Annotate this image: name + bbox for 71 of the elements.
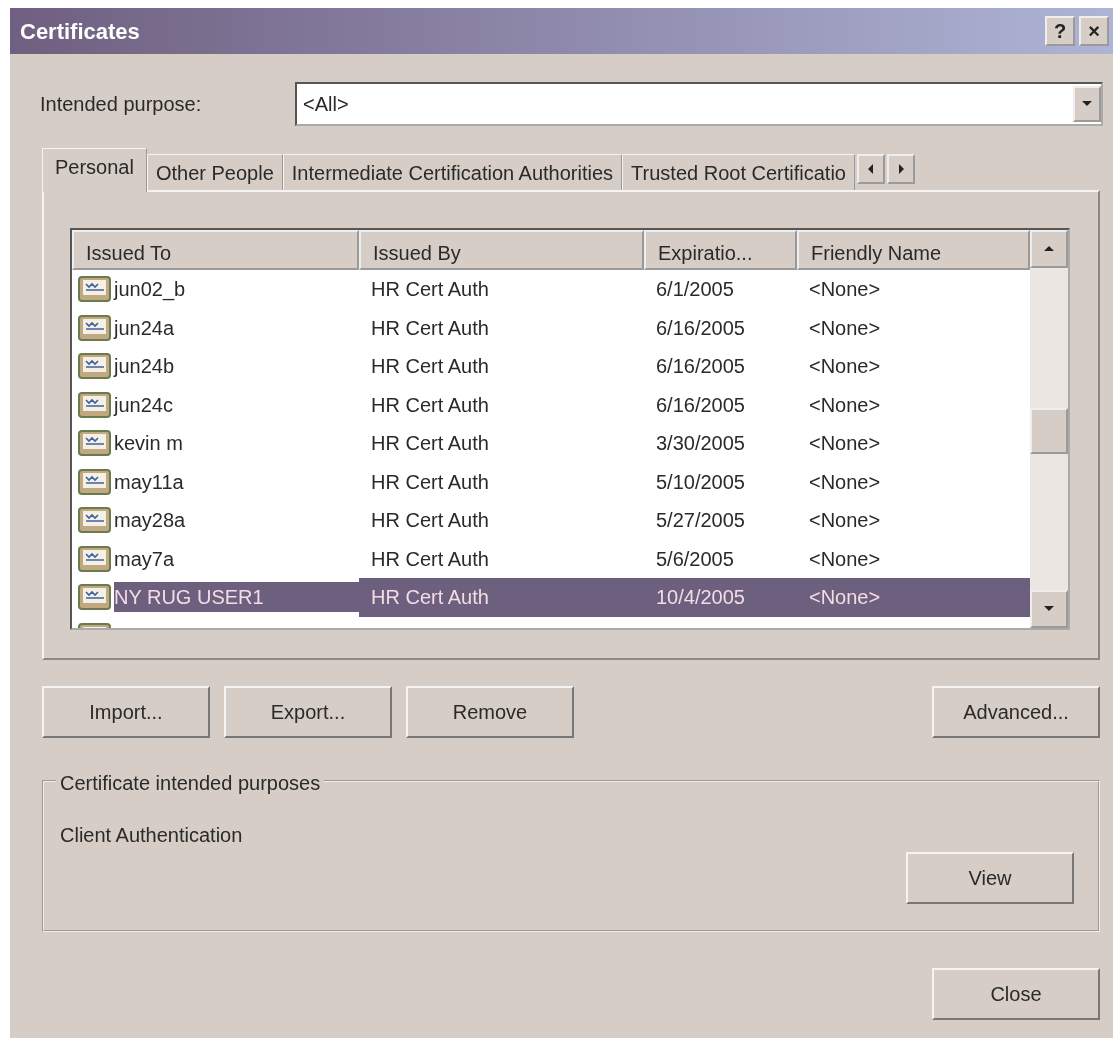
certificate-icon	[78, 467, 112, 496]
scrollbar-thumb[interactable]	[1030, 408, 1068, 454]
table-cell-text: 6/16/2005	[655, 393, 745, 416]
column-header[interactable]: Issued By	[359, 230, 644, 270]
column-header[interactable]: Issued To	[72, 230, 359, 270]
column-header[interactable]: Expiratio...	[644, 230, 797, 270]
table-cell[interactable]: jun02_b	[114, 274, 359, 305]
table-cell-text: 5/6/2005	[655, 547, 734, 570]
table-cell-text: HR Cert Auth	[370, 585, 489, 611]
certificate-icon	[78, 583, 112, 612]
table-cell-text: <None>	[808, 393, 881, 416]
table-cell-text: <None>	[808, 547, 881, 570]
tab[interactable]: Trusted Root Certificatio	[622, 154, 855, 190]
table-cell-text: HR Cert Auth	[370, 509, 489, 532]
certificate-icon	[78, 506, 112, 535]
table-cell[interactable]: jun24a	[114, 312, 359, 343]
table-cell-text: 6/16/2005	[655, 355, 745, 378]
table-cell-text: <None>	[808, 278, 881, 301]
table-cell-text: <None>	[808, 470, 881, 493]
view-button[interactable]: View	[906, 852, 1074, 904]
table-cell[interactable]: may7a	[114, 543, 359, 574]
action-button[interactable]: Export...	[224, 686, 392, 738]
table-cell-text: <None>	[808, 585, 881, 611]
table-cell-text: 6/16/2005	[655, 316, 745, 339]
certificate-icon	[78, 390, 112, 419]
window-title: Certificates	[20, 17, 141, 46]
certificate-icon	[78, 352, 112, 381]
table-cell-text: <None>	[808, 509, 881, 532]
table-cell-text: 5/27/2005	[655, 509, 745, 532]
tab[interactable]: Intermediate Certification Authorities	[282, 154, 623, 190]
table-cell[interactable]: jun24b	[114, 351, 359, 382]
table-cell[interactable]: may11a	[114, 466, 359, 497]
scrollbar[interactable]	[1030, 230, 1068, 628]
certificate-icon	[78, 544, 112, 573]
certificate-icon	[78, 429, 112, 458]
table-cell[interactable]: kevin m	[114, 428, 359, 459]
table-cell-text: HR Cert Auth	[370, 547, 489, 570]
table-cell-text: HR Cert Auth	[370, 470, 489, 493]
table-cell-text: HR Cert Auth	[370, 355, 489, 378]
column-header[interactable]: Friendly Name	[797, 230, 1030, 270]
table-cell-text: HR Cert Auth	[370, 393, 489, 416]
table-cell-text: <None>	[808, 432, 881, 455]
table-cell[interactable]: jun24c	[114, 389, 359, 420]
close-dialog-button[interactable]: Close	[932, 968, 1100, 1020]
close-button[interactable]: ×	[1079, 16, 1109, 46]
tab[interactable]: Personal	[42, 148, 147, 192]
scroll-down-button[interactable]	[1030, 590, 1068, 628]
scroll-left-button[interactable]	[857, 154, 885, 184]
tab[interactable]: Other People	[146, 154, 283, 190]
table-cell[interactable]: NY RUG USER1	[114, 582, 359, 613]
certificate-icon	[78, 275, 112, 304]
help-button[interactable]: ?	[1045, 16, 1075, 46]
certificate-icon	[78, 313, 112, 342]
table-cell-text: 6/1/2005	[655, 278, 734, 301]
purposes-text: Client Authentication	[60, 823, 244, 848]
table-cell-text: HR Cert Auth	[370, 316, 489, 339]
table-cell-text: HR Cert Auth	[370, 432, 489, 455]
scroll-right-button[interactable]	[887, 154, 915, 184]
table-cell-text: 10/4/2005	[655, 585, 745, 611]
scroll-up-button[interactable]	[1030, 230, 1068, 268]
table-cell[interactable]: may28a	[114, 505, 359, 536]
action-button[interactable]: Remove	[406, 686, 574, 738]
purpose-label: Intended purpose:	[40, 92, 203, 117]
table-cell-text: HR Cert Auth	[370, 278, 489, 301]
purpose-dropdown[interactable]: <All>	[295, 82, 1103, 126]
table-cell-text: <None>	[808, 316, 881, 339]
advanced-button[interactable]: Advanced...	[932, 686, 1100, 738]
action-button[interactable]: Import...	[42, 686, 210, 738]
table-cell-text: <None>	[808, 355, 881, 378]
table-cell-text: 3/30/2005	[655, 432, 745, 455]
table-cell-text: 5/10/2005	[655, 470, 745, 493]
